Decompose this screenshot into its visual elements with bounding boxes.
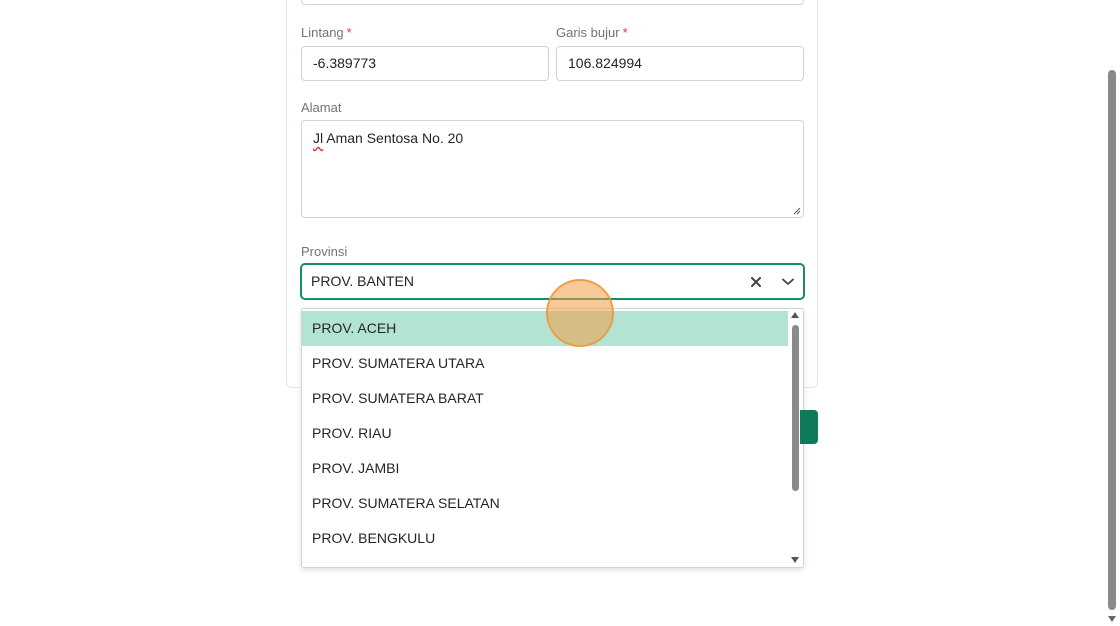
spellcheck-word: Jl [313, 130, 324, 146]
option-prov-aceh[interactable]: PROV. ACEH [302, 311, 790, 346]
scroll-up-arrow-icon[interactable] [791, 312, 799, 318]
option-prov-sumatera-barat[interactable]: PROV. SUMATERA BARAT [302, 381, 790, 416]
close-icon[interactable] [748, 265, 764, 298]
option-prov-lampung[interactable]: PROV. LAMPUNG [302, 556, 790, 567]
address-textarea[interactable]: Jl Aman Sentosa No. 20 [301, 120, 804, 218]
province-select[interactable]: PROV. BANTEN [301, 264, 804, 299]
address-label: Alamat [301, 100, 342, 115]
scroll-down-arrow-icon[interactable] [791, 557, 799, 563]
province-dropdown-list[interactable]: PROV. ACEH PROV. SUMATERA UTARA PROV. SU… [301, 308, 804, 568]
required-mark: * [622, 25, 628, 40]
previous-input-field[interactable] [301, 0, 804, 5]
page-scroll-down-arrow-icon[interactable] [1108, 616, 1116, 622]
chevron-down-icon[interactable] [778, 265, 798, 298]
option-prov-sumatera-selatan[interactable]: PROV. SUMATERA SELATAN [302, 486, 790, 521]
page-scrollbar[interactable] [1105, 0, 1120, 626]
longitude-label: Garis bujur * [556, 25, 628, 40]
required-mark: * [346, 25, 352, 40]
latitude-label: Lintang * [301, 25, 352, 40]
option-prov-jambi[interactable]: PROV. JAMBI [302, 451, 790, 486]
latitude-input[interactable]: -6.389773 [301, 46, 549, 81]
page-scroll-thumb[interactable] [1108, 70, 1116, 610]
dropdown-scroll-thumb[interactable] [792, 325, 799, 491]
option-prov-riau[interactable]: PROV. RIAU [302, 416, 790, 451]
submit-button[interactable] [800, 410, 818, 444]
province-selected-value: PROV. BANTEN [311, 273, 414, 289]
resize-grip-icon[interactable] [793, 207, 801, 215]
option-prov-sumatera-utara[interactable]: PROV. SUMATERA UTARA [302, 346, 790, 381]
province-label: Provinsi [301, 244, 348, 259]
longitude-input[interactable]: 106.824994 [556, 46, 804, 81]
option-prov-bengkulu[interactable]: PROV. BENGKULU [302, 521, 790, 556]
address-text: Aman Sentosa No. 20 [323, 130, 464, 146]
